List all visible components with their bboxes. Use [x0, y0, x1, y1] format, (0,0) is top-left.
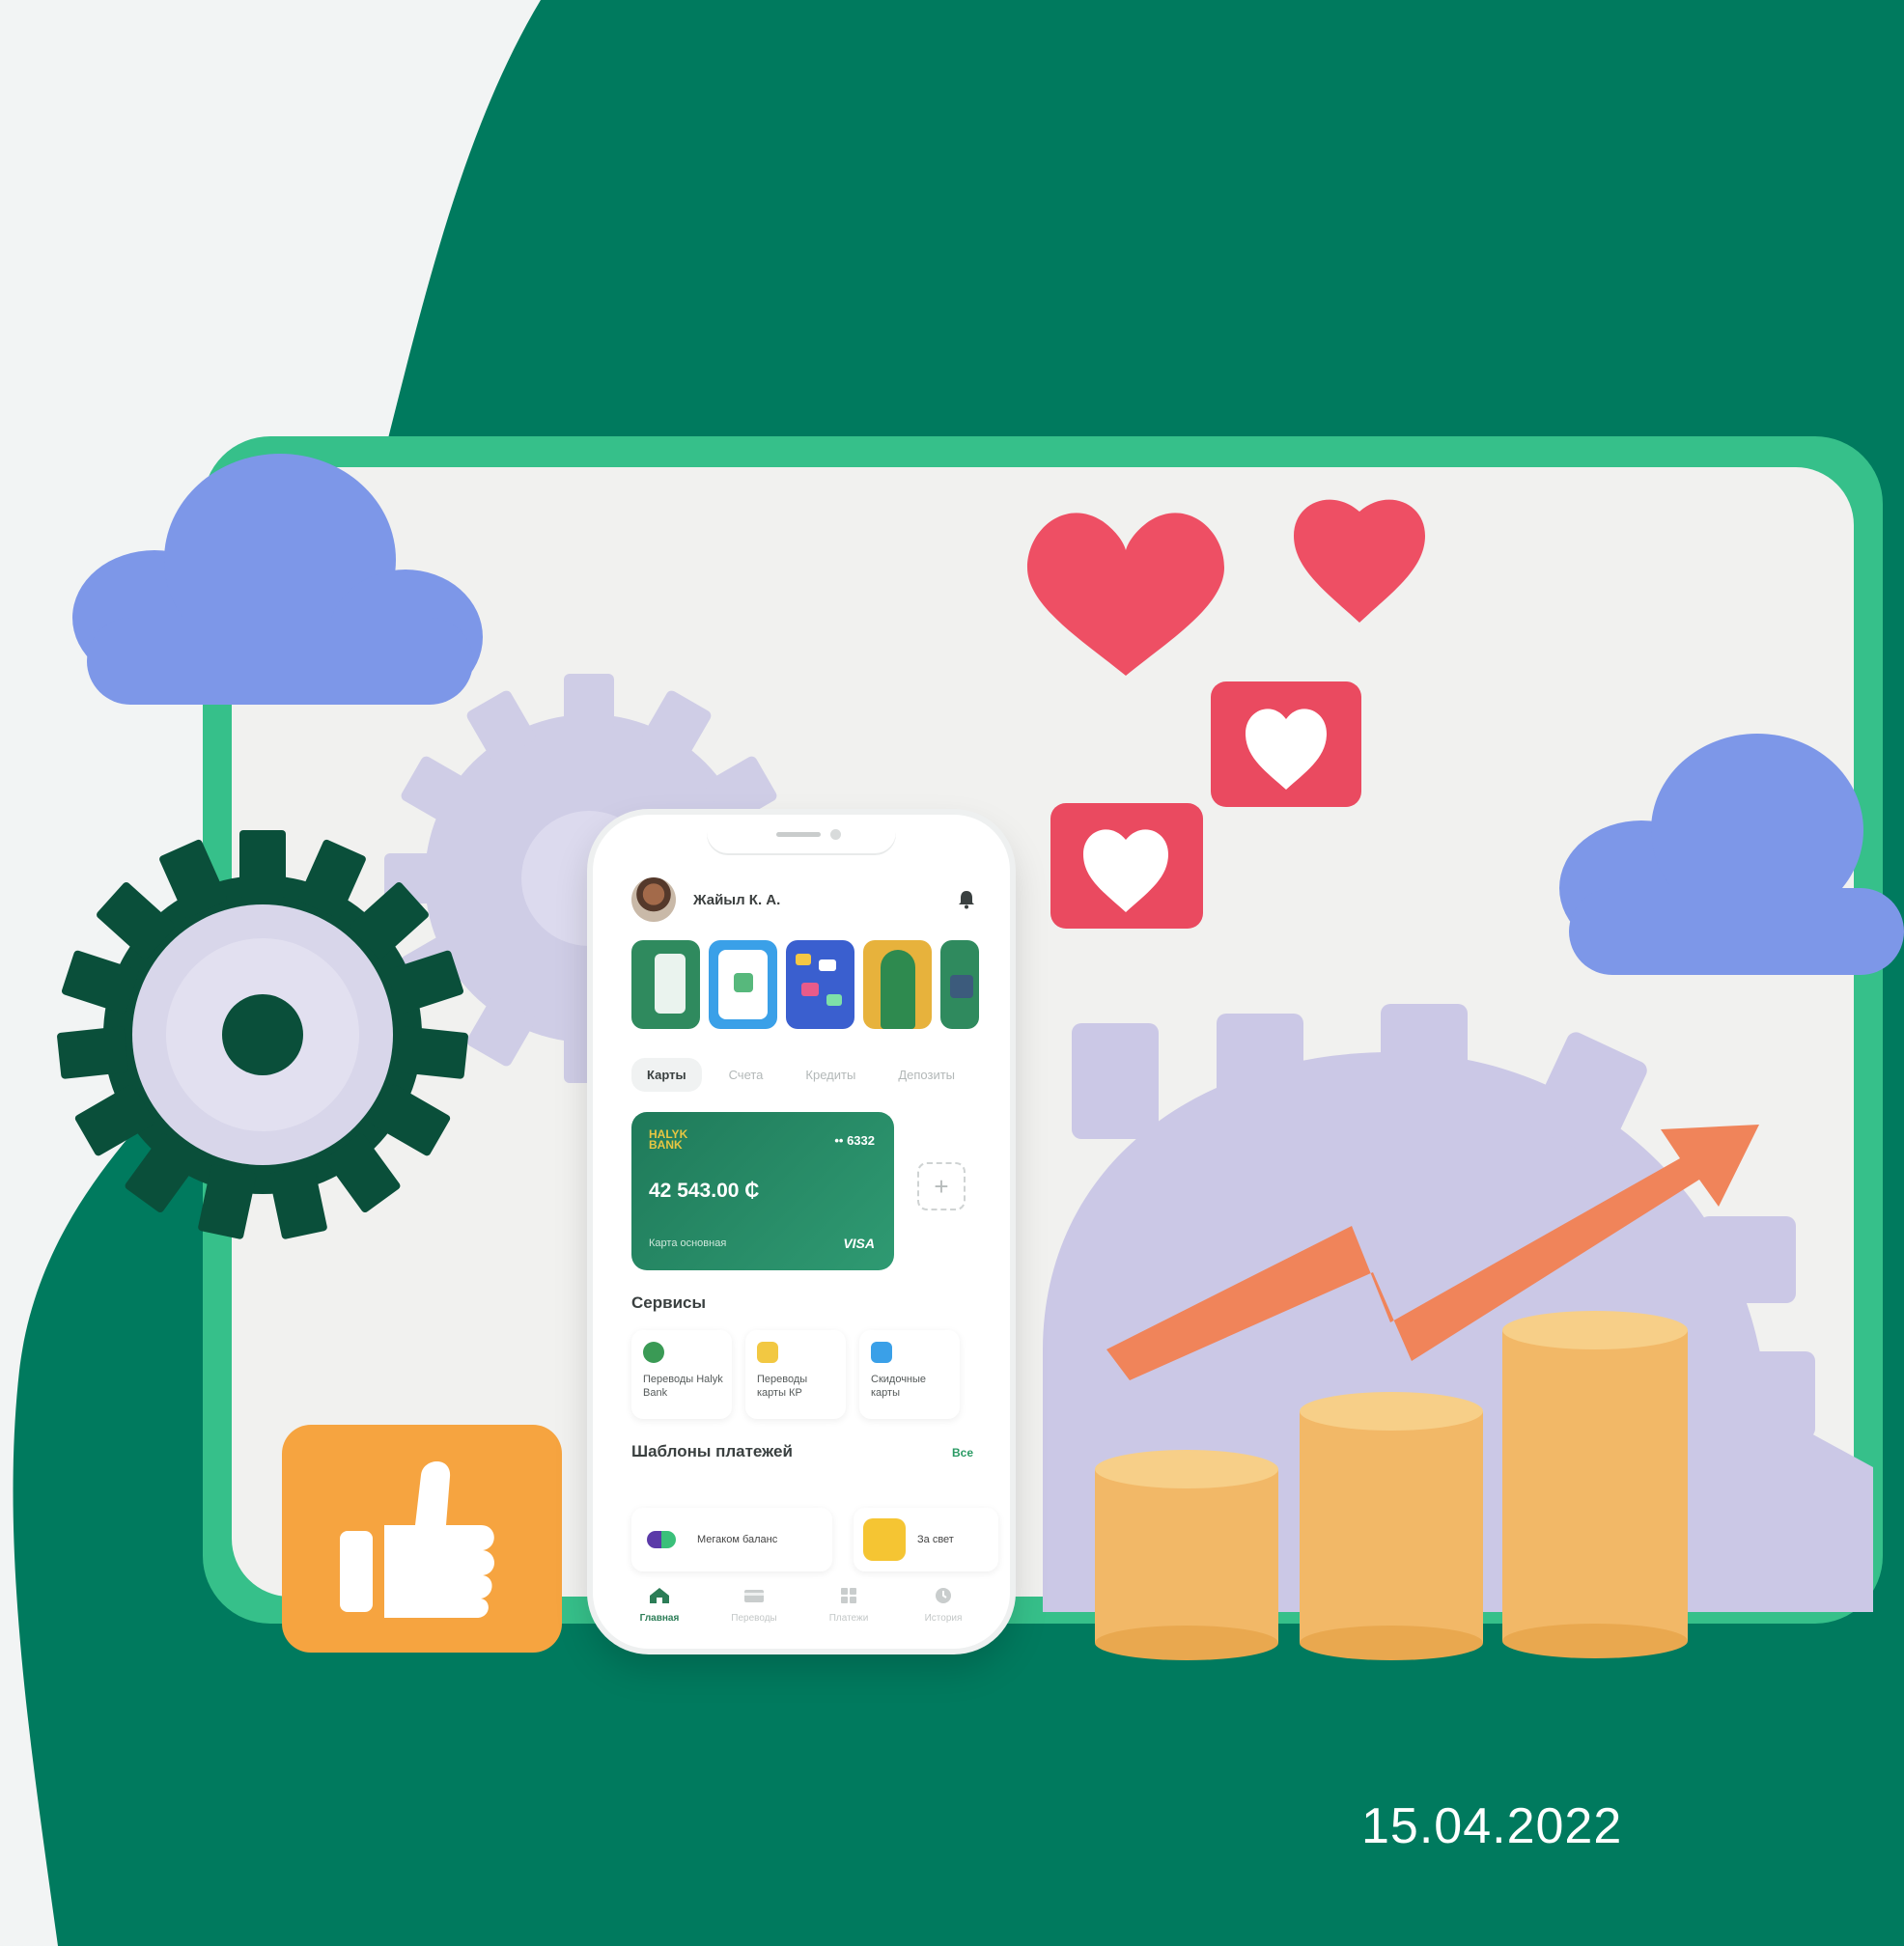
- nav-home[interactable]: Главная: [616, 1587, 703, 1624]
- service-item[interactable]: Скидочные карты: [859, 1330, 960, 1419]
- lightbulb-icon: [863, 1518, 906, 1561]
- grid-icon: [841, 1588, 856, 1603]
- tab-accounts[interactable]: Счета: [714, 1058, 779, 1092]
- card-name: Карта основная: [649, 1237, 727, 1249]
- nav-history[interactable]: История: [900, 1587, 987, 1624]
- template-label: За свет: [917, 1534, 954, 1545]
- template-label: Мегаком баланс: [697, 1534, 778, 1545]
- card-transfer-icon: [757, 1342, 778, 1363]
- services-title: Сервисы: [631, 1293, 706, 1312]
- tab-cards[interactable]: Карты: [631, 1058, 702, 1092]
- story-item[interactable]: [863, 940, 932, 1029]
- service-item[interactable]: Переводы карты КР: [745, 1330, 846, 1419]
- story-item[interactable]: [940, 940, 979, 1029]
- templates-title: Шаблоны платежей: [631, 1442, 793, 1460]
- service-item[interactable]: Переводы Halyk Bank: [631, 1330, 732, 1419]
- phone-mockup: Жайыл К. А. Карты Счета Кредиты Депозиты: [593, 815, 1010, 1649]
- nav-label: Переводы: [731, 1613, 777, 1624]
- card-number: •• 6332: [834, 1133, 875, 1148]
- phone-notch: [707, 815, 896, 853]
- nav-label: Платежи: [828, 1613, 869, 1624]
- tab-credits[interactable]: Кредиты: [790, 1058, 871, 1092]
- thumbs-up-icon: [282, 1425, 562, 1653]
- nav-payments[interactable]: Платежи: [805, 1587, 892, 1624]
- user-name: Жайыл К. А.: [693, 891, 781, 908]
- coin-stack-icon-3: [1502, 1311, 1688, 1658]
- avatar[interactable]: [631, 877, 676, 922]
- clock-icon: [936, 1588, 951, 1603]
- camera-icon: [830, 829, 841, 840]
- bell-icon[interactable]: [952, 885, 981, 914]
- nav-label: Главная: [639, 1613, 680, 1624]
- bottom-navigation: Главная Переводы Платежи История: [616, 1587, 987, 1624]
- discount-icon: [871, 1342, 892, 1363]
- add-card-button[interactable]: +: [917, 1162, 966, 1210]
- stories-row: [631, 940, 979, 1029]
- card-network-label: VISA: [843, 1236, 875, 1251]
- heart-card-icon-2: [1050, 803, 1203, 929]
- story-item[interactable]: [786, 940, 854, 1029]
- nav-transfers[interactable]: Переводы: [711, 1587, 798, 1624]
- home-icon: [650, 1588, 669, 1603]
- date-label: 15.04.2022: [1361, 1798, 1623, 1854]
- nav-label: История: [924, 1613, 963, 1624]
- template-item[interactable]: Мегаком баланс: [631, 1508, 832, 1571]
- templates-all-link[interactable]: Все: [952, 1446, 973, 1460]
- story-item[interactable]: [709, 940, 777, 1029]
- story-item[interactable]: [631, 940, 700, 1029]
- bank-card[interactable]: HALYK BANK •• 6332 42 543.00 ₵ Карта осн…: [631, 1112, 894, 1270]
- coin-stack-icon-2: [1300, 1392, 1483, 1660]
- bank-logo: HALYK BANK: [649, 1127, 688, 1152]
- tab-deposits[interactable]: Депозиты: [882, 1058, 970, 1092]
- template-item[interactable]: За свет: [854, 1508, 998, 1571]
- app-header: Жайыл К. А.: [631, 875, 981, 925]
- clover-icon: [643, 1342, 664, 1363]
- coin-stack-icon-1: [1095, 1450, 1278, 1660]
- card-icon: [744, 1590, 764, 1602]
- account-tabs: Карты Счета Кредиты Депозиты: [631, 1058, 981, 1092]
- speaker-icon: [776, 832, 821, 837]
- heart-card-icon-1: [1211, 681, 1361, 807]
- megacom-icon: [647, 1531, 676, 1548]
- service-label: Переводы карты КР: [757, 1374, 808, 1399]
- service-label: Переводы Halyk Bank: [643, 1374, 723, 1399]
- service-label: Скидочные карты: [871, 1374, 927, 1399]
- card-balance: 42 543.00 ₵: [649, 1180, 760, 1202]
